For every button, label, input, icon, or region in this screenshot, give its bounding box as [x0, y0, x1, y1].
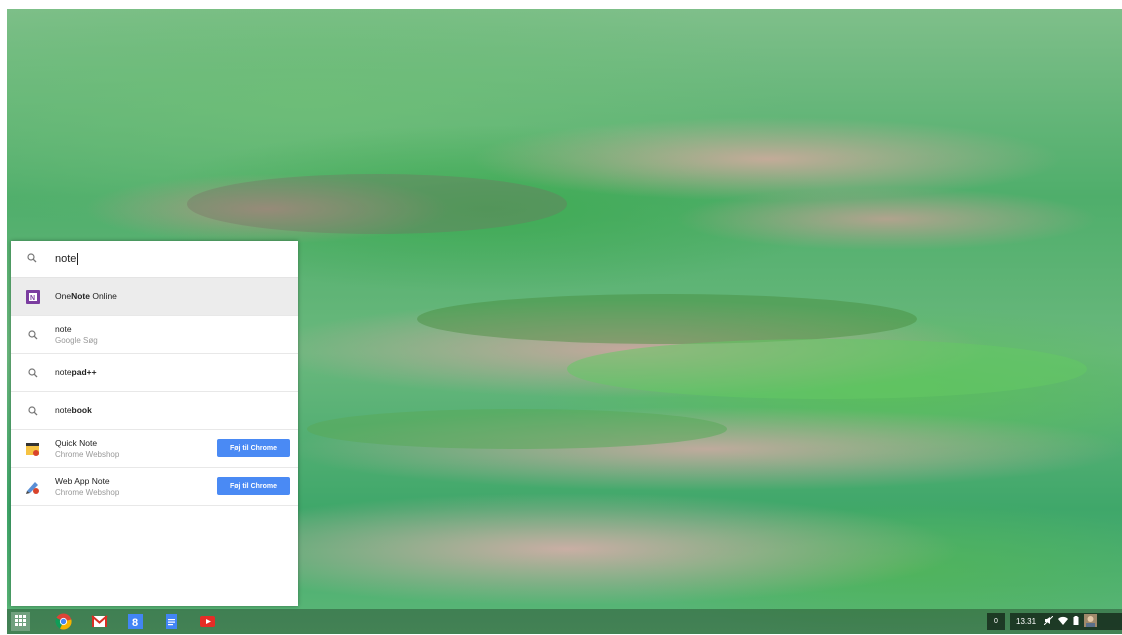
wallpaper-ridge [307, 409, 727, 449]
result-search-notepad[interactable]: notepad++ [11, 354, 298, 392]
result-title: notebook [55, 405, 92, 415]
gmail-icon[interactable] [91, 613, 108, 630]
battery-icon [1073, 616, 1079, 627]
avatar [1084, 614, 1098, 629]
search-icon [27, 253, 41, 265]
result-title: Web App Note [55, 475, 110, 486]
search-box[interactable]: note [11, 241, 298, 278]
search-icon [25, 403, 41, 419]
google-plus-icon[interactable]: 8 [127, 613, 144, 630]
notification-counter[interactable]: 0 [987, 613, 1005, 630]
search-input[interactable]: note [55, 253, 79, 266]
result-title: OneNote Online [55, 291, 117, 301]
mute-icon [1043, 615, 1054, 627]
result-title: note [55, 323, 72, 334]
shelf: 8 0 13.31 [7, 609, 1122, 634]
docs-icon[interactable] [163, 613, 180, 630]
onenote-icon: N [25, 289, 41, 305]
result-search-notebook[interactable]: notebook [11, 392, 298, 430]
apps-grid-icon [15, 613, 26, 631]
result-onenote-online[interactable]: N OneNote Online [11, 278, 298, 316]
search-icon [25, 365, 41, 381]
result-subtitle: Chrome Webshop [55, 449, 120, 459]
youtube-icon[interactable] [199, 613, 216, 630]
svg-text:N: N [30, 295, 35, 302]
result-web-app-note[interactable]: Web App Note Chrome Webshop Føj til Chro… [11, 468, 298, 506]
wifi-icon [1058, 616, 1069, 627]
result-subtitle: Google Søg [55, 335, 98, 345]
result-subtitle: Chrome Webshop [55, 487, 120, 497]
svg-text:8: 8 [132, 617, 138, 629]
app-launcher-button[interactable] [11, 612, 30, 631]
text-cursor [77, 253, 79, 266]
quick-note-icon [25, 441, 41, 457]
web-app-note-icon [25, 479, 41, 495]
clock: 13.31 [1016, 617, 1037, 626]
result-quick-note[interactable]: Quick Note Chrome Webshop Føj til Chrome [11, 430, 298, 468]
app-launcher-panel: note N OneNote Online note Google Søg no… [11, 241, 298, 606]
wallpaper-ridge [417, 294, 917, 344]
wallpaper-ridge [187, 174, 567, 234]
add-to-chrome-button[interactable]: Føj til Chrome [217, 439, 290, 457]
result-search-note[interactable]: note Google Søg [11, 316, 298, 354]
result-title: Quick Note [55, 437, 98, 448]
add-to-chrome-button[interactable]: Føj til Chrome [217, 477, 290, 495]
wallpaper-ridge [567, 339, 1087, 399]
result-title: notepad++ [55, 367, 97, 377]
chrome-icon[interactable] [55, 613, 72, 630]
search-icon [25, 327, 41, 343]
system-tray[interactable]: 13.31 [1010, 613, 1122, 630]
